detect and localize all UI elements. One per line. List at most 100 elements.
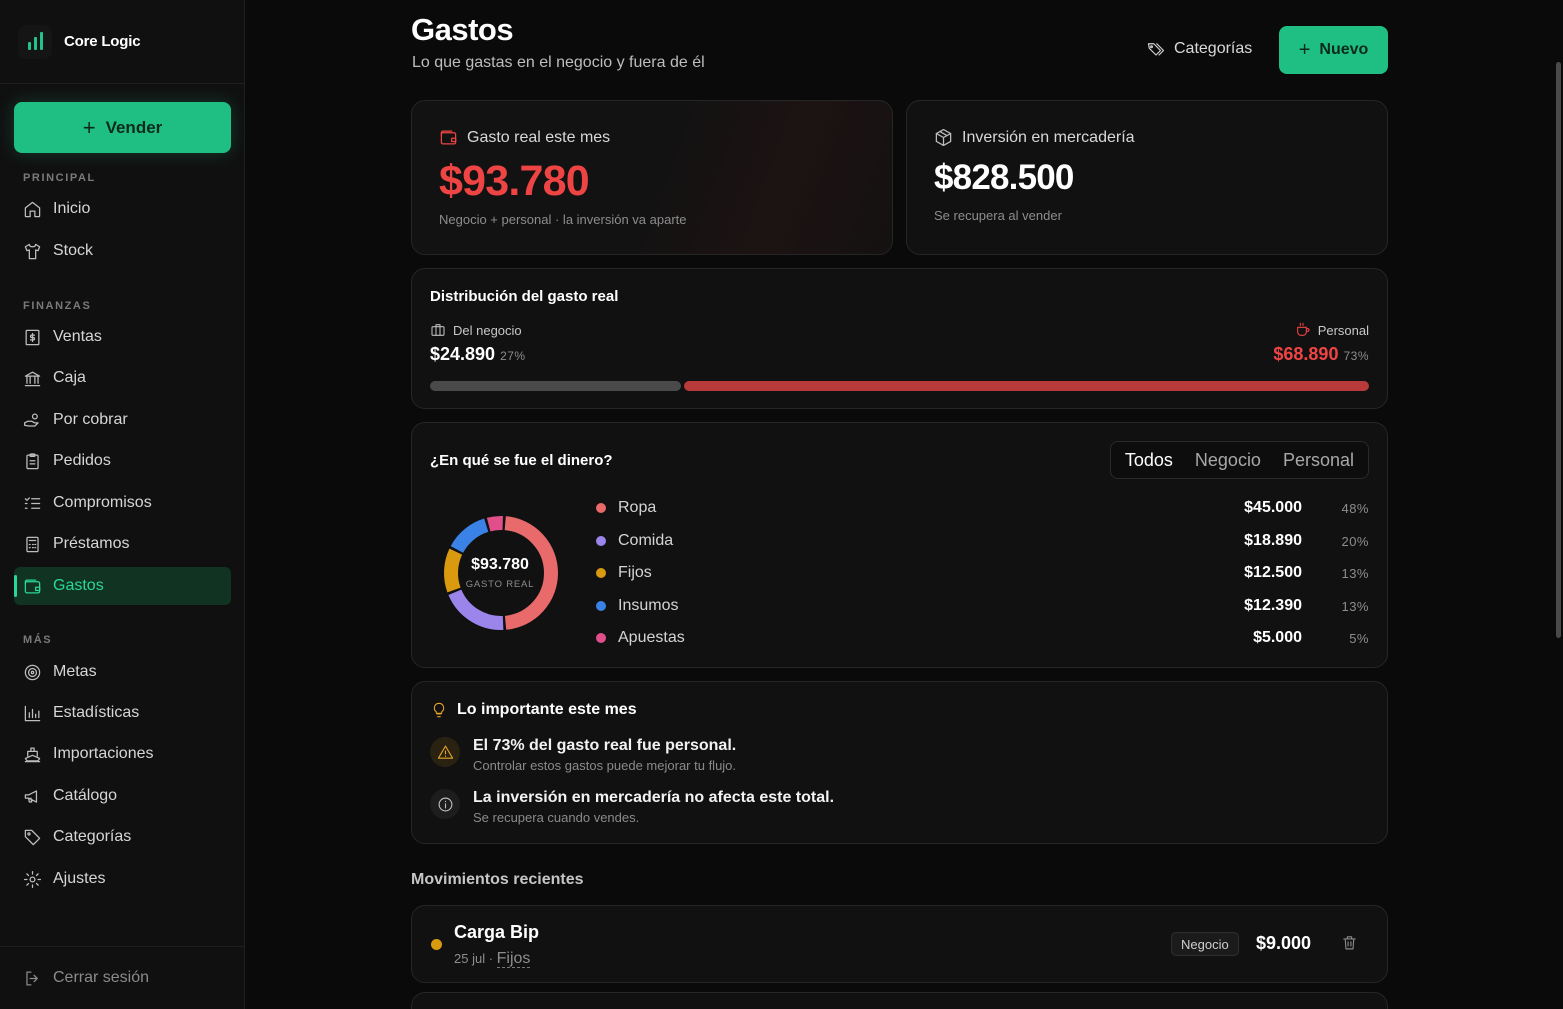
briefcase-icon [431, 324, 445, 336]
sidebar-item-estadisticas[interactable]: Estadísticas [14, 694, 231, 732]
wallet-icon [440, 130, 457, 145]
kpi-inventory-label: Inversión en mercadería [962, 128, 1135, 146]
sidebar-item-compromisos[interactable]: Compromisos [14, 484, 231, 522]
sidebar-item-pedidos[interactable]: Pedidos [14, 442, 231, 480]
plus-icon: + [1298, 39, 1311, 61]
scrollbar[interactable] [1556, 62, 1561, 638]
legend-row: Ropa $45.000 48% [595, 496, 1369, 520]
legend-percent: 5% [1349, 630, 1369, 646]
legend-percent: 13% [1341, 598, 1369, 614]
kpi-inventory-value: $828.500 [934, 158, 1074, 197]
delete-movement-button[interactable] [1341, 934, 1358, 956]
business-amount: $24.890 [430, 344, 496, 364]
legend-label: Fijos [618, 564, 652, 581]
categories-button[interactable]: Categorías [1147, 40, 1252, 58]
sidebar-item-label: Categorías [53, 828, 132, 845]
info-icon [430, 789, 460, 819]
legend-row: Fijos $12.500 13% [595, 561, 1369, 585]
sidebar-item-caja[interactable]: Caja [14, 359, 231, 397]
insights-header: Lo importante este mes [431, 701, 637, 719]
movement-row[interactable] [411, 992, 1388, 1009]
insight-item: La inversión en mercadería no afecta est… [430, 789, 834, 825]
plus-icon: + [82, 114, 96, 140]
sidebar-item-gastos[interactable]: Gastos [14, 567, 231, 605]
sidebar-item-label: Compromisos [53, 494, 152, 511]
legend-percent: 13% [1341, 565, 1369, 581]
trash-icon [1343, 936, 1356, 950]
tag-icon [24, 829, 41, 845]
filter-segmented-control: Todos Negocio Personal [1109, 441, 1369, 479]
brand-name: Core Logic [64, 33, 141, 50]
movement-category-link[interactable]: Fijos [496, 950, 531, 968]
sidebar-item-label: Gastos [53, 577, 104, 594]
filter-personal[interactable]: Personal [1272, 444, 1365, 476]
donut-slice-insumos [450, 518, 489, 554]
sidebar: Core Logic + Vender PRINCIPAL Inicio Sto… [0, 0, 245, 1009]
gear-icon [23, 870, 42, 888]
distribution-title: Distribución del gasto real [430, 288, 619, 305]
coffee-icon [1296, 322, 1310, 336]
donut-caption: GASTO REAL [466, 579, 535, 590]
movement-date: 25 jul [454, 951, 486, 966]
distribution-bar [430, 381, 1369, 391]
sidebar-item-ajustes[interactable]: Ajustes [14, 860, 231, 898]
package-icon [935, 128, 952, 147]
legend-amount: $5.000 [1253, 629, 1302, 646]
movement-type-badge: Negocio [1171, 932, 1239, 956]
legend-amount: $12.390 [1244, 597, 1302, 614]
sidebar-item-label: Caja [53, 369, 86, 386]
clipboard-icon [26, 452, 39, 469]
movement-amount: $9.000 [1256, 933, 1312, 953]
sidebar-item-inicio[interactable]: Inicio [14, 190, 231, 228]
sidebar-item-categorias[interactable]: Categorías [14, 818, 231, 856]
filter-negocio[interactable]: Negocio [1184, 444, 1272, 476]
legend-row: Comida $18.890 20% [595, 529, 1369, 553]
legend-percent: 48% [1341, 500, 1369, 516]
insights-card: Lo importante este mes El 73% del gasto … [411, 681, 1388, 844]
personal-share-label: Personal [1295, 322, 1369, 338]
legend-dot [596, 601, 606, 611]
new-expense-button[interactable]: + Nuevo [1279, 26, 1388, 74]
movement-name: Carga Bip [454, 922, 540, 942]
sidebar-item-importaciones[interactable]: Importaciones [14, 735, 231, 773]
sidebar-item-stock[interactable]: Stock [14, 232, 231, 270]
insight-sub-text: Controlar estos gastos puede mejorar tu … [473, 758, 737, 773]
legend-amount: $45.000 [1244, 499, 1302, 516]
business-label-text: Del negocio [453, 322, 522, 338]
wallet-icon [24, 579, 41, 593]
sidebar-item-label: Metas [53, 663, 97, 680]
sidebar-item-catalogo[interactable]: Catálogo [14, 777, 231, 815]
list-check-icon [24, 496, 41, 509]
filter-todos[interactable]: Todos [1114, 444, 1184, 476]
sidebar-item-label: Catálogo [53, 787, 118, 804]
sidebar-item-metas[interactable]: Metas [14, 653, 231, 691]
sidebar-item-label: Estadísticas [53, 704, 140, 721]
kpi-inventory-note: Se recupera al vender [934, 208, 1062, 223]
movement-row[interactable]: Carga Bip 25 jul · Fijos Negocio $9.000 [411, 905, 1388, 983]
hand-coins-icon [23, 413, 39, 427]
legend-dot [596, 536, 606, 546]
breakdown-title: ¿En qué se fue el dinero? [430, 452, 613, 469]
legend-percent: 20% [1341, 533, 1369, 549]
kpi-real-spend-value: $93.780 [439, 157, 590, 205]
calculator-icon [26, 536, 39, 552]
recent-movements-title: Movimientos recientes [411, 871, 584, 888]
sidebar-item-prestamos[interactable]: Préstamos [14, 525, 231, 563]
donut-slice-apuestas [486, 516, 503, 532]
legend-amount: $18.890 [1244, 532, 1302, 549]
legend-dot [596, 633, 606, 643]
sidebar-item-por-cobrar[interactable]: Por cobrar [14, 401, 231, 439]
sell-button[interactable]: + Vender [14, 102, 231, 153]
business-share-value: $24.890 27% [430, 344, 526, 365]
section-label-mas: MÁS [23, 634, 53, 646]
kpi-inventory-header: Inversión en mercadería [934, 128, 1135, 147]
kpi-real-spend-label: Gasto real este mes [467, 128, 611, 146]
donut-slice-fijos [444, 548, 463, 593]
brand[interactable]: Core Logic [0, 0, 244, 84]
logout-button[interactable]: Cerrar sesión [0, 946, 245, 1009]
receipt-icon [25, 329, 40, 345]
sidebar-item-ventas[interactable]: Ventas [14, 318, 231, 356]
business-share-label: Del negocio [430, 322, 522, 338]
sidebar-item-label: Ventas [53, 328, 102, 345]
warning-icon [430, 737, 460, 767]
